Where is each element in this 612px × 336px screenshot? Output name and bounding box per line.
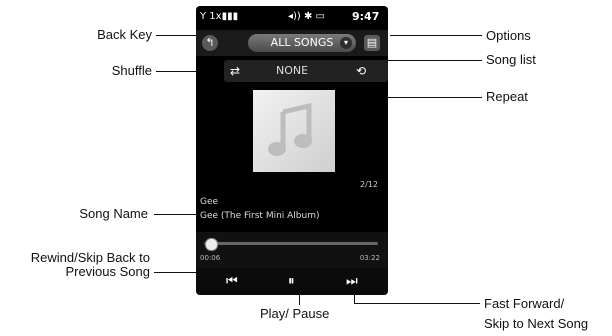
elapsed-time: 00:06 xyxy=(200,254,221,262)
status-icons: ◂)) ✱ ▭ xyxy=(288,11,326,22)
leader-line-options xyxy=(390,35,482,36)
clock: 9:47 xyxy=(352,10,380,23)
album-name: Gee (The First Mini Album) xyxy=(200,211,320,221)
chevron-down-icon: ▾ xyxy=(340,37,352,49)
top-bar: ↰ ALL SONGS ▾ ▤ xyxy=(196,30,388,56)
transport-controls: ⏮ ⏸ ⏭ xyxy=(196,268,388,295)
callout-ff-line1: Fast Forward/ xyxy=(484,296,565,311)
callout-song-name: Song Name xyxy=(79,206,148,221)
progress-knob[interactable] xyxy=(205,238,219,251)
song-list-label: ALL SONGS xyxy=(270,36,334,49)
total-time: 03:22 xyxy=(359,254,380,262)
status-bar: Y 1x▮▮▮ ◂)) ✱ ▭ 9:47 xyxy=(196,6,388,28)
phone-screen: Y 1x▮▮▮ ◂)) ✱ ▭ 9:47 ↰ ALL SONGS ▾ ▤ ⇄ N… xyxy=(196,6,388,295)
callout-repeat: Repeat xyxy=(486,89,528,104)
callout-rewind-line1: Rewind/Skip Back to xyxy=(30,250,150,265)
song-name: Gee xyxy=(200,197,219,207)
signal-indicator: Y 1x▮▮▮ xyxy=(200,11,239,22)
repeat-mode-label: NONE xyxy=(276,64,309,77)
callout-options: Options xyxy=(486,28,531,43)
leader-line-song-name xyxy=(154,214,202,215)
back-key-button[interactable]: ↰ xyxy=(202,35,218,51)
fast-forward-button[interactable]: ⏭ xyxy=(346,274,358,289)
progress-area: 00:06 03:22 xyxy=(196,232,388,268)
mode-bar: ⇄ NONE ⟲ xyxy=(224,60,388,82)
album-art xyxy=(253,90,335,172)
repeat-button[interactable]: ⟲ xyxy=(356,64,366,78)
leader-line-back xyxy=(156,35,200,36)
callout-ff-line2: Skip to Next Song xyxy=(484,316,589,331)
leader-line-ff xyxy=(354,303,480,304)
song-list-dropdown[interactable]: ALL SONGS ▾ xyxy=(248,34,356,52)
options-button[interactable]: ▤ xyxy=(364,35,380,51)
callout-song-list: Song list xyxy=(486,52,536,67)
shuffle-button[interactable]: ⇄ xyxy=(230,64,240,78)
progress-track[interactable] xyxy=(204,242,378,245)
callout-play-pause: Play/ Pause xyxy=(260,306,330,321)
rewind-button[interactable]: ⏮ xyxy=(226,274,238,289)
track-position: 2/12 xyxy=(360,180,378,189)
play-pause-button[interactable]: ⏸ xyxy=(288,274,295,289)
callout-back-key: Back Key xyxy=(97,27,152,42)
callout-shuffle: Shuffle xyxy=(111,63,152,78)
callout-rewind-line2: Previous Song xyxy=(65,264,150,279)
music-note-icon xyxy=(268,102,312,156)
